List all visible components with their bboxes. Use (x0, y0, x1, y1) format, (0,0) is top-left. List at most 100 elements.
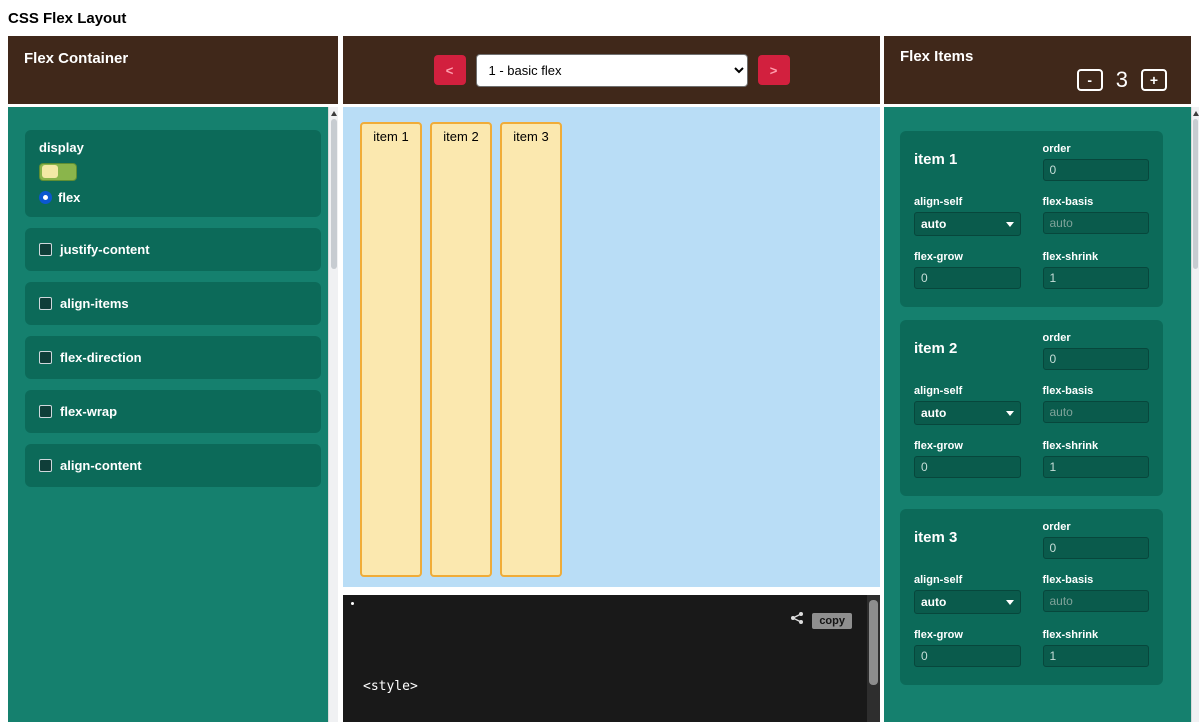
align-self-select[interactable]: auto (914, 590, 1021, 614)
item-card-3: item 3 order align-self auto flex-basis (900, 509, 1163, 685)
scroll-up-arrow-icon[interactable] (1193, 111, 1199, 116)
code-scrollbar-thumb[interactable] (869, 600, 878, 685)
flex-basis-field: flex-basis (1043, 196, 1150, 236)
align-self-field: align-self auto (914, 574, 1021, 614)
align-self-label: align-self (914, 196, 1021, 208)
add-item-button[interactable]: + (1141, 69, 1167, 91)
code-controls: copy (790, 611, 852, 630)
flex-items-body: item 1 order align-self auto flex-basis (884, 107, 1199, 722)
code-scrollbar[interactable] (867, 595, 880, 722)
order-input[interactable] (1043, 159, 1150, 181)
scrollbar-thumb[interactable] (331, 119, 337, 269)
property-row-align-content: align-content (25, 444, 321, 487)
copy-button[interactable]: copy (812, 613, 852, 629)
example-nav-bar: < 1 - basic flex > (343, 36, 880, 104)
item-count: 3 (1116, 67, 1128, 93)
flex-grow-field: flex-grow (914, 251, 1021, 289)
align-self-select[interactable]: auto (914, 401, 1021, 425)
property-row-align-items: align-items (25, 282, 321, 325)
align-self-field: align-self auto (914, 385, 1021, 425)
flex-direction-checkbox[interactable] (39, 351, 52, 364)
align-content-label: align-content (60, 458, 142, 473)
main-layout: Flex Container display flex justify-cont… (0, 36, 1199, 722)
align-content-checkbox[interactable] (39, 459, 52, 472)
display-label: display (39, 140, 307, 155)
flex-basis-field: flex-basis (1043, 385, 1150, 425)
flex-grow-input[interactable] (914, 645, 1021, 667)
flex-grow-field: flex-grow (914, 629, 1021, 667)
flex-preview-container: item 1 item 2 item 3 (343, 107, 880, 587)
flex-wrap-label: flex-wrap (60, 404, 117, 419)
display-toggle[interactable] (39, 163, 77, 181)
align-items-checkbox[interactable] (39, 297, 52, 310)
scroll-up-arrow-icon[interactable] (331, 111, 337, 116)
flex-grow-input[interactable] (914, 267, 1021, 289)
item-title-cell: item 3 (914, 521, 1021, 559)
order-field: order (1043, 143, 1150, 181)
flex-basis-label: flex-basis (1043, 196, 1150, 208)
flex-basis-input[interactable] (1043, 401, 1150, 423)
flex-shrink-input[interactable] (1043, 456, 1150, 478)
order-label: order (1043, 521, 1150, 533)
order-label: order (1043, 143, 1150, 155)
order-field: order (1043, 332, 1150, 370)
preview-flex-item: item 3 (500, 122, 562, 577)
remove-item-button[interactable]: - (1077, 69, 1103, 91)
toggle-knob-icon (42, 165, 58, 178)
display-section: display flex (25, 130, 321, 217)
property-row-flex-direction: flex-direction (25, 336, 321, 379)
flex-radio[interactable] (39, 191, 52, 204)
flex-wrap-checkbox[interactable] (39, 405, 52, 418)
share-icon[interactable] (790, 611, 804, 630)
flex-shrink-label: flex-shrink (1043, 251, 1150, 263)
flex-container-title: Flex Container (24, 50, 128, 67)
item-card-1: item 1 order align-self auto flex-basis (900, 131, 1163, 307)
align-self-label: align-self (914, 574, 1021, 586)
order-input[interactable] (1043, 348, 1150, 370)
flex-container-header: Flex Container (8, 36, 338, 104)
flex-grow-input[interactable] (914, 456, 1021, 478)
scrollbar-thumb[interactable] (1193, 119, 1198, 269)
code-line: <style> (363, 677, 880, 696)
flex-items-title: Flex Items (900, 48, 1175, 65)
flex-shrink-field: flex-shrink (1043, 629, 1150, 667)
flex-basis-input[interactable] (1043, 590, 1150, 612)
left-panel-scrollbar[interactable] (328, 107, 338, 722)
order-input[interactable] (1043, 537, 1150, 559)
align-self-select-wrap: auto (914, 401, 1021, 425)
justify-content-label: justify-content (60, 242, 150, 257)
right-panel-scrollbar[interactable] (1191, 107, 1199, 722)
justify-content-checkbox[interactable] (39, 243, 52, 256)
item-title-cell: item 2 (914, 332, 1021, 370)
align-self-select[interactable]: auto (914, 212, 1021, 236)
next-example-button[interactable]: > (758, 55, 790, 85)
align-self-select-wrap: auto (914, 212, 1021, 236)
flex-shrink-label: flex-shrink (1043, 629, 1150, 641)
align-self-label: align-self (914, 385, 1021, 397)
flex-basis-label: flex-basis (1043, 385, 1150, 397)
item-counter: - 3 + (900, 67, 1175, 93)
flex-shrink-input[interactable] (1043, 267, 1150, 289)
flex-shrink-field: flex-shrink (1043, 251, 1150, 289)
flex-basis-field: flex-basis (1043, 574, 1150, 614)
flex-shrink-label: flex-shrink (1043, 440, 1150, 452)
item-title: item 3 (914, 529, 1021, 546)
align-items-label: align-items (60, 296, 129, 311)
flex-direction-label: flex-direction (60, 350, 142, 365)
property-row-justify-content: justify-content (25, 228, 321, 271)
display-flex-radio-row: flex (39, 190, 307, 205)
preview-flex-item: item 1 (360, 122, 422, 577)
item-title: item 1 (914, 151, 1021, 168)
align-self-field: align-self auto (914, 196, 1021, 236)
flex-grow-label: flex-grow (914, 251, 1021, 263)
flex-shrink-field: flex-shrink (1043, 440, 1150, 478)
example-select[interactable]: 1 - basic flex (476, 54, 748, 87)
flex-shrink-input[interactable] (1043, 645, 1150, 667)
flex-grow-label: flex-grow (914, 440, 1021, 452)
code-output: copy <style> .flex-container { display: … (343, 595, 880, 722)
property-row-flex-wrap: flex-wrap (25, 390, 321, 433)
prev-example-button[interactable]: < (434, 55, 466, 85)
code-dot (351, 602, 354, 605)
flex-basis-input[interactable] (1043, 212, 1150, 234)
item-title: item 2 (914, 340, 1021, 357)
